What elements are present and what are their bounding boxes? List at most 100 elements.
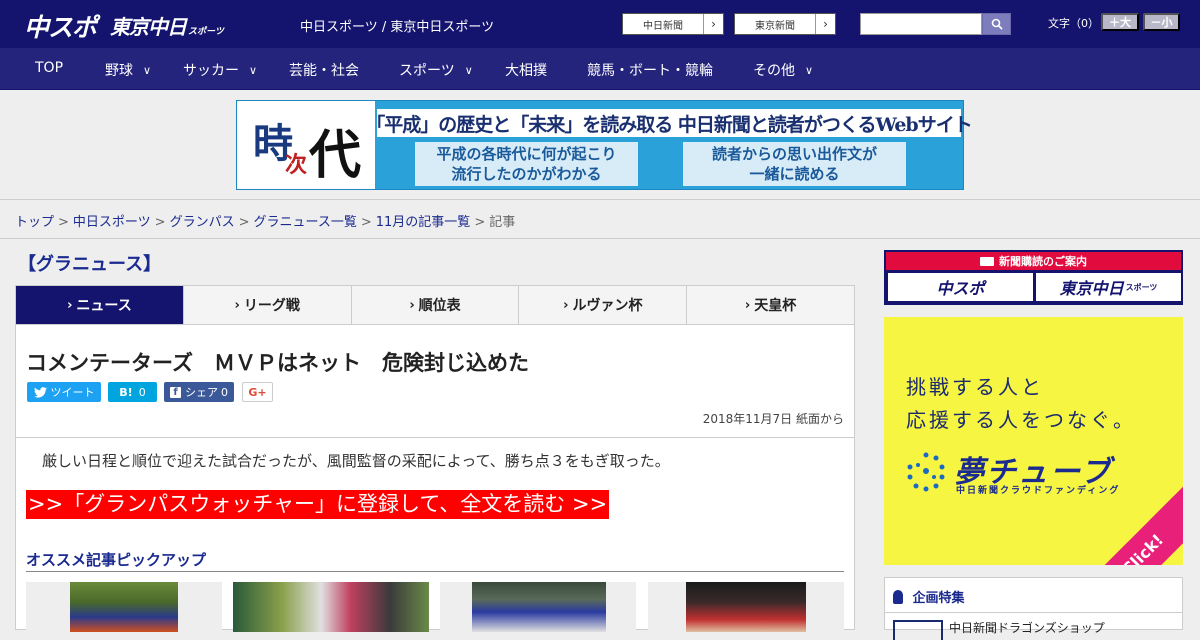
tokyo-logo-sub: スポーツ xyxy=(188,27,224,37)
jidai-logo-char: 次 xyxy=(285,152,308,178)
chunichi-shimbun-link[interactable]: 中日新聞 › xyxy=(622,13,724,35)
tokyo-chunichi-logo[interactable]: 東京中日 スポーツ xyxy=(110,11,224,40)
chevron-right-icon: › xyxy=(703,14,723,34)
pickup-card[interactable] xyxy=(440,582,636,632)
nav-label: その他 xyxy=(753,63,795,79)
tweet-label: ツイート xyxy=(50,386,95,399)
tab-standings[interactable]: › 順位表 xyxy=(352,286,520,324)
breadcrumb-link[interactable]: グラニュース一覧 xyxy=(254,215,357,230)
banner-box-essays: 読者からの思い出作文が 一緒に読める xyxy=(683,142,906,186)
pickup-card[interactable] xyxy=(233,582,429,632)
nav-item-baseball[interactable]: 野球 ∨ xyxy=(105,60,151,80)
tab-levain-cup[interactable]: › ルヴァン杯 xyxy=(519,286,688,324)
facebook-label: シェア xyxy=(185,386,218,399)
breadcrumb-sep: > xyxy=(360,215,372,230)
tab-label: ルヴァン杯 xyxy=(572,298,643,314)
nav-item-soccer[interactable]: サッカー ∨ xyxy=(183,60,257,80)
nav-item-entertainment[interactable]: 芸能・社会 xyxy=(289,60,359,80)
twitter-icon xyxy=(33,386,47,398)
banner-box-history: 平成の各時代に何が起こり 流行したのかがわかる xyxy=(415,142,638,186)
tab-emperors-cup[interactable]: › 天皇杯 xyxy=(687,286,854,324)
search-input[interactable] xyxy=(860,13,982,35)
chevron-down-icon: ∨ xyxy=(249,64,258,77)
main-nav: TOP 野球 ∨ サッカー ∨ 芸能・社会 スポーツ ∨ 大相撲 競馬・ボート・競輪 … xyxy=(0,48,1200,90)
hatena-bookmark-button[interactable]: B! 0 xyxy=(108,382,157,402)
nav-item-sports[interactable]: スポーツ ∨ xyxy=(399,60,473,80)
facebook-icon: f xyxy=(170,386,181,398)
chunichi-link-label: 中日新聞 xyxy=(643,20,683,32)
font-decrease-button[interactable]: －小 xyxy=(1143,13,1180,31)
nav-label: 野球 xyxy=(105,63,133,79)
nav-item-top[interactable]: TOP xyxy=(35,60,63,76)
feature-thumb xyxy=(893,620,943,640)
subscribe-tokyo-label: 東京中日 xyxy=(1059,279,1124,298)
feature-divider xyxy=(885,612,1182,613)
breadcrumb-link[interactable]: グランパス xyxy=(170,215,235,230)
search-button[interactable] xyxy=(982,13,1011,35)
breadcrumb-link[interactable]: トップ xyxy=(15,215,54,230)
article: コメンテーターズ ＭＶＰはネット 危険封じ込めた ツイート B! 0 f シェア… xyxy=(15,325,855,632)
subscribe-tokyo-button[interactable]: 東京中日 スポーツ xyxy=(1036,273,1181,301)
pickup-card[interactable] xyxy=(26,582,222,632)
article-dateline: 2018年11月7日 紙面から xyxy=(702,412,844,426)
nav-item-other[interactable]: その他 ∨ xyxy=(753,60,813,80)
jidai-logo: 時 次 代 xyxy=(237,101,375,189)
chevron-right-icon: › xyxy=(409,297,415,313)
google-plus-icon: G+ xyxy=(248,385,267,399)
nav-label: TOP xyxy=(35,60,64,76)
nav-label: 大相撲 xyxy=(505,63,547,79)
breadcrumb-link[interactable]: 中日スポーツ xyxy=(73,215,151,230)
facebook-count: 0 xyxy=(221,385,228,399)
breadcrumb-sep: > xyxy=(154,215,166,230)
chevron-down-icon: ∨ xyxy=(143,64,152,77)
pickup-photo xyxy=(233,582,429,632)
breadcrumb: トップ > 中日スポーツ > グランパス > グラニュース一覧 >11月の記事一覧 > 記事 xyxy=(0,201,1200,239)
ad-click-ribbon: Click! xyxy=(1072,484,1183,565)
section-title: 【グラニュース】 xyxy=(18,254,162,275)
register-cta-link[interactable]: >>「グランパスウォッチャー」に登録して、全文を読む >> xyxy=(26,490,610,519)
chuspo-logo[interactable]: 中スポ xyxy=(24,8,97,44)
feature-heading-text: 企画特集 xyxy=(912,591,965,606)
yume-tube-ad[interactable]: 挑戦する人と 応援する人をつなぐ。 夢チューブ 中日新聞クラウドファンディング … xyxy=(884,317,1183,565)
tab-news[interactable]: › ニュース xyxy=(16,286,184,324)
chevron-right-icon: › xyxy=(67,297,73,313)
newspaper-icon xyxy=(980,256,994,266)
nav-item-keiba[interactable]: 競馬・ボート・競輪 xyxy=(587,60,713,80)
tab-league[interactable]: › リーグ戦 xyxy=(184,286,352,324)
feature-item-link[interactable]: 中日新聞ドラゴンズショップ xyxy=(949,619,1105,636)
subscribe-box: 新聞購読のご案内 中スポ 東京中日 スポーツ xyxy=(884,250,1183,305)
breadcrumb-current: 記事 xyxy=(489,215,516,230)
nav-item-sumo[interactable]: 大相撲 xyxy=(505,60,547,80)
nav-label: サッカー xyxy=(183,63,239,79)
chevron-down-icon: ∨ xyxy=(805,64,814,77)
tweet-button[interactable]: ツイート xyxy=(27,382,101,402)
pickup-photo xyxy=(472,582,606,632)
jidai-banner[interactable]: 時 次 代 「平成」の歴史と「未来」を読み取る 中日新聞と読者がつくるWebサイ… xyxy=(236,100,973,190)
hatena-icon: B! xyxy=(119,385,133,399)
banner-headline: 「平成」の歴史と「未来」を読み取る 中日新聞と読者がつくるWebサイト xyxy=(366,109,973,137)
subscribe-tokyo-sub: スポーツ xyxy=(1125,282,1158,292)
breadcrumb-sep: > xyxy=(238,215,250,230)
google-plus-button[interactable]: G+ xyxy=(242,382,273,402)
facebook-share-button[interactable]: f シェア 0 xyxy=(164,382,234,402)
banner-area: 時 次 代 「平成」の歴史と「未来」を読み取る 中日新聞と読者がつくるWebサイ… xyxy=(0,90,1200,200)
dots-logo-icon xyxy=(907,452,945,492)
ad-line: 挑戦する人と xyxy=(906,375,1044,399)
top-header: 中スポ 東京中日 スポーツ 中日スポーツ / 東京中日スポーツ 中日新聞 › 東京… xyxy=(0,0,1200,48)
chevron-right-icon: › xyxy=(815,14,835,34)
tokyo-shimbun-link[interactable]: 東京新聞 › xyxy=(734,13,836,35)
font-increase-button[interactable]: ＋大 xyxy=(1101,13,1139,31)
subscribe-chuspo-button[interactable]: 中スポ xyxy=(888,273,1033,301)
pickup-card[interactable] xyxy=(648,582,844,632)
chevron-right-icon: › xyxy=(744,297,751,313)
tokyo-link-label: 東京新聞 xyxy=(755,20,795,32)
breadcrumb-link[interactable]: 11月の記事一覧 xyxy=(376,215,471,230)
banner-box-line: 一緒に読める xyxy=(749,165,840,183)
pickup-photo xyxy=(70,582,178,632)
nav-label: 芸能・社会 xyxy=(289,63,359,79)
site-name: 中日スポーツ / 東京中日スポーツ xyxy=(300,20,495,35)
banner-box-line: 読者からの思い出作文が xyxy=(711,145,877,163)
news-tabs: › ニュース › リーグ戦 › 順位表 › ルヴァン杯 › 天皇杯 xyxy=(15,285,855,325)
ad-brand-sub: 中日新聞クラウドファンディング xyxy=(956,486,1121,496)
article-divider xyxy=(16,437,854,438)
